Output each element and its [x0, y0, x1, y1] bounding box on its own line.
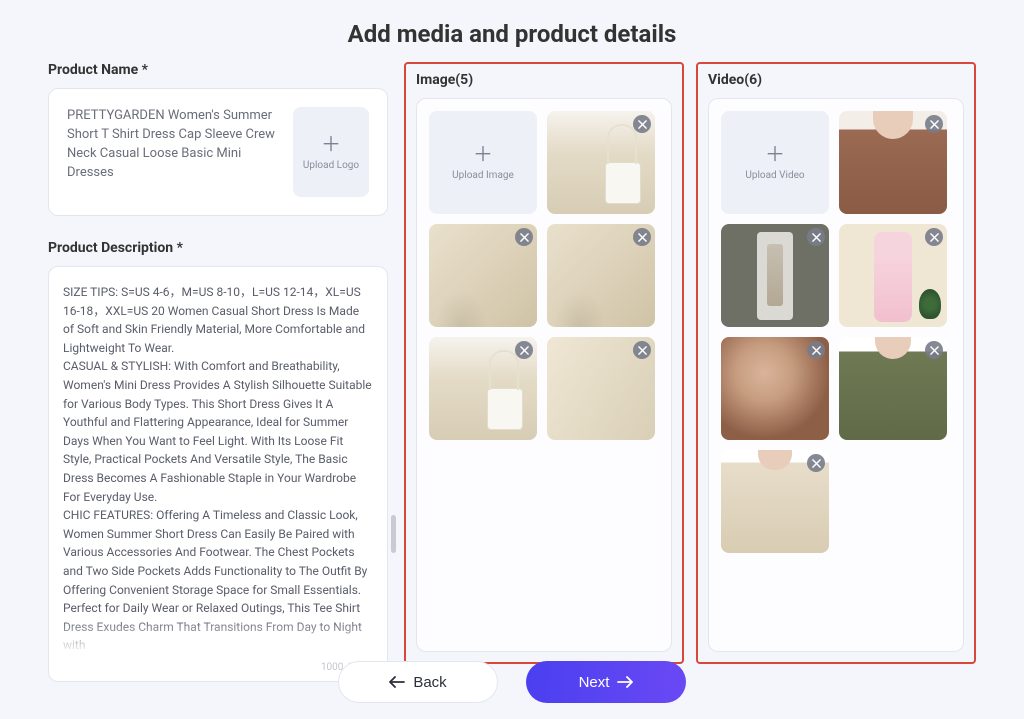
remove-image-button[interactable]: [633, 228, 651, 246]
image-panel: Image(5) ＋ Upload Image: [404, 62, 684, 664]
remove-video-button[interactable]: [925, 228, 943, 246]
upload-logo-button[interactable]: ＋ Upload Logo: [293, 107, 369, 197]
remove-image-button[interactable]: [633, 115, 651, 133]
description-scrollbar[interactable]: [391, 515, 396, 553]
content-area: Product Name * PRETTYGARDEN Women's Summ…: [0, 62, 1024, 664]
arrow-right-icon: [617, 676, 633, 688]
video-thumb[interactable]: [721, 337, 829, 440]
remove-video-button[interactable]: [925, 341, 943, 359]
video-thumb[interactable]: [839, 337, 947, 440]
arrow-left-icon: [389, 676, 405, 688]
back-button[interactable]: Back: [338, 661, 498, 703]
video-grid: ＋ Upload Video: [721, 111, 951, 553]
video-thumb[interactable]: [839, 224, 947, 327]
plus-icon: ＋: [473, 144, 493, 164]
image-thumb[interactable]: [547, 224, 655, 327]
upload-image-button[interactable]: ＋ Upload Image: [429, 111, 537, 214]
product-name-input[interactable]: PRETTYGARDEN Women's Summer Short T Shir…: [67, 107, 283, 182]
image-thumb[interactable]: [547, 111, 655, 214]
remove-image-button[interactable]: [515, 341, 533, 359]
upload-video-caption: Upload Video: [745, 170, 804, 181]
image-thumb[interactable]: [547, 337, 655, 440]
next-button-label: Next: [579, 674, 610, 691]
footer-actions: Back Next: [0, 647, 1024, 719]
product-name-label: Product Name *: [48, 62, 388, 78]
back-button-label: Back: [413, 674, 446, 691]
video-panel: Video(6) ＋ Upload Video: [696, 62, 976, 664]
remove-image-button[interactable]: [515, 228, 533, 246]
image-thumb[interactable]: [429, 224, 537, 327]
product-description-input[interactable]: SIZE TIPS: S=US 4-6，M=US 8-10，L=US 12-14…: [63, 283, 373, 655]
upload-logo-caption: Upload Logo: [303, 160, 359, 171]
image-grid: ＋ Upload Image: [429, 111, 659, 440]
right-column: Image(5) ＋ Upload Image: [404, 62, 976, 664]
upload-image-caption: Upload Image: [452, 170, 514, 181]
image-grid-card: ＋ Upload Image: [416, 98, 672, 652]
remove-video-button[interactable]: [807, 454, 825, 472]
video-thumb[interactable]: [721, 224, 829, 327]
product-description-block: Product Description * SIZE TIPS: S=US 4-…: [48, 240, 388, 682]
video-grid-card: ＋ Upload Video: [708, 98, 964, 652]
plus-icon: ＋: [321, 134, 341, 154]
video-panel-title: Video(6): [708, 72, 964, 88]
next-button[interactable]: Next: [526, 661, 686, 703]
remove-image-button[interactable]: [633, 341, 651, 359]
left-column: Product Name * PRETTYGARDEN Women's Summ…: [48, 62, 388, 664]
product-name-card: PRETTYGARDEN Women's Summer Short T Shir…: [48, 88, 388, 216]
image-thumb[interactable]: [429, 337, 537, 440]
remove-video-button[interactable]: [925, 115, 943, 133]
remove-video-button[interactable]: [807, 341, 825, 359]
image-panel-title: Image(5): [416, 72, 672, 88]
video-thumb[interactable]: [839, 111, 947, 214]
video-thumb[interactable]: [721, 450, 829, 553]
product-description-label: Product Description *: [48, 240, 388, 256]
upload-video-button[interactable]: ＋ Upload Video: [721, 111, 829, 214]
plus-icon: ＋: [765, 144, 785, 164]
page-title: Add media and product details: [0, 0, 1024, 62]
remove-video-button[interactable]: [807, 228, 825, 246]
product-description-card: SIZE TIPS: S=US 4-6，M=US 8-10，L=US 12-14…: [48, 266, 388, 682]
